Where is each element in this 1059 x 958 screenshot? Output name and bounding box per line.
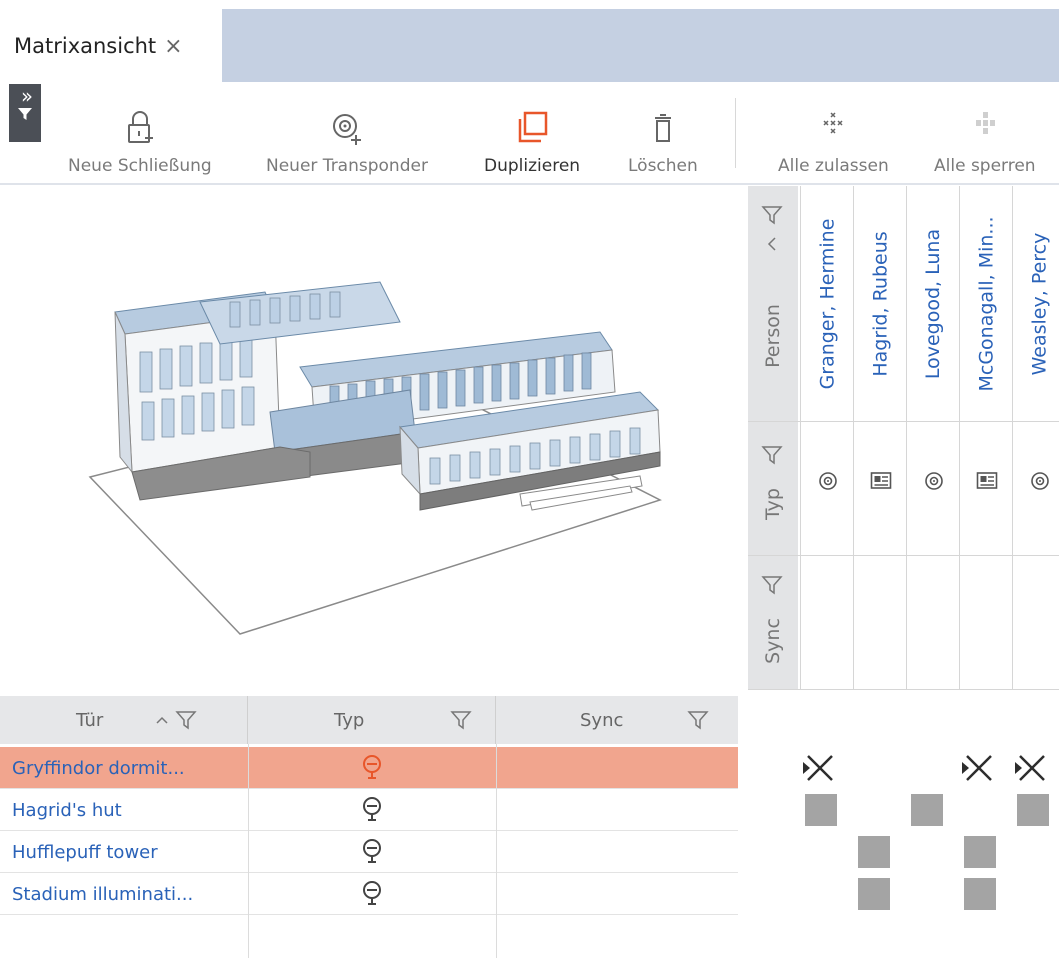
tab-bar: Matrixansicht × xyxy=(0,0,1059,82)
lock-plus-icon xyxy=(127,111,153,143)
permission-granted-cell[interactable] xyxy=(964,836,996,868)
table-row[interactable]: Stadium illuminati... xyxy=(0,873,738,915)
sync-header-label: Sync xyxy=(761,618,784,664)
person-name: Weasley, Percy xyxy=(1028,232,1051,376)
permission-granted-cell[interactable] xyxy=(858,836,890,868)
tab-label: Matrixansicht xyxy=(14,34,157,58)
duplicate-label: Duplizieren xyxy=(484,156,581,176)
person-name: Granger, Hermine xyxy=(816,218,839,390)
filter-icon xyxy=(18,108,32,120)
delete-label: Löschen xyxy=(628,156,698,176)
sidebar-toggle-button[interactable]: ›› xyxy=(9,84,41,142)
transponder-icon xyxy=(818,472,837,490)
cylinder-icon xyxy=(363,797,381,821)
cross-grid-icon xyxy=(823,112,843,134)
filter-icon[interactable] xyxy=(175,709,197,731)
person-name: McGonagall, Min... xyxy=(975,216,998,392)
block-all-button[interactable]: Alle sperren xyxy=(934,102,1036,176)
typ-header-label: Typ xyxy=(761,488,784,520)
permission-cross-icon[interactable] xyxy=(961,751,995,785)
column-header-sync[interactable]: Sync xyxy=(496,696,738,744)
column-divider xyxy=(496,744,497,958)
door-name[interactable]: Hagrid's hut xyxy=(12,789,122,831)
cylinder-icon xyxy=(363,881,381,905)
person-column[interactable]: McGonagall, Min... xyxy=(959,186,1012,689)
filter-icon[interactable] xyxy=(687,709,710,731)
new-transponder-button[interactable]: Neuer Transponder xyxy=(266,102,428,176)
duplicate-button[interactable]: Duplizieren xyxy=(484,102,580,176)
cylinder-icon xyxy=(363,755,381,779)
permission-granted-cell[interactable] xyxy=(1017,794,1049,826)
transponder-icon xyxy=(924,472,943,490)
table-row[interactable]: Gryffindor dormit... xyxy=(0,747,738,789)
toolbar-separator xyxy=(735,98,736,168)
cylinder-icon xyxy=(363,839,381,863)
table-row[interactable]: Hufflepuff tower xyxy=(0,831,738,873)
typ-filter-icon[interactable] xyxy=(761,444,783,466)
tab-matrixansicht[interactable]: Matrixansicht × xyxy=(14,16,183,76)
door-name[interactable]: Stadium illuminati... xyxy=(12,873,193,915)
filter-icon[interactable] xyxy=(450,709,472,731)
person-column[interactable]: Weasley, Percy xyxy=(1012,186,1059,689)
person-column[interactable]: Lovegood, Luna xyxy=(906,186,959,689)
permission-granted-cell[interactable] xyxy=(805,794,837,826)
matrix-header-label-column: Person Typ Sync xyxy=(748,186,798,689)
permission-cross-icon[interactable] xyxy=(802,751,836,785)
card-icon xyxy=(870,472,891,489)
trash-icon xyxy=(654,114,671,142)
sort-ascending-icon[interactable] xyxy=(155,715,169,725)
chevron-up-icon[interactable] xyxy=(761,236,783,252)
new-transponder-label: Neuer Transponder xyxy=(266,156,428,176)
sync-filter-icon[interactable] xyxy=(761,574,783,596)
door-name[interactable]: Gryffindor dormit... xyxy=(12,747,185,789)
permission-granted-cell[interactable] xyxy=(911,794,943,826)
door-name[interactable]: Hufflepuff tower xyxy=(12,831,158,873)
duplicate-icon xyxy=(518,111,548,143)
building-illustration xyxy=(88,281,662,635)
card-icon xyxy=(976,472,997,489)
new-lock-button[interactable]: Neue Schließung xyxy=(68,102,212,176)
permission-granted-cell[interactable] xyxy=(858,878,890,910)
door-table-header: Tür Typ Sync xyxy=(0,696,738,744)
column-header-tuer[interactable]: Tür xyxy=(0,696,248,744)
person-name: Lovegood, Luna xyxy=(922,228,945,380)
person-column[interactable]: Hagrid, Rubeus xyxy=(853,186,906,689)
delete-button[interactable]: Löschen xyxy=(628,102,698,176)
dots-grid-icon xyxy=(975,112,995,134)
person-filter-icon[interactable] xyxy=(761,204,783,226)
table-row[interactable]: Hagrid's hut xyxy=(0,789,738,831)
allow-all-label: Alle zulassen xyxy=(778,156,889,176)
transponder-icon xyxy=(1030,472,1049,490)
block-all-label: Alle sperren xyxy=(934,156,1036,176)
permission-granted-cell[interactable] xyxy=(964,878,996,910)
tab-strip-background xyxy=(222,9,1059,82)
transponder-plus-icon xyxy=(332,114,361,145)
person-column[interactable]: Granger, Hermine xyxy=(800,186,853,689)
header-row-divider xyxy=(748,689,1059,690)
column-header-typ[interactable]: Typ xyxy=(248,696,496,744)
permission-cross-icon[interactable] xyxy=(1014,751,1048,785)
allow-all-button[interactable]: Alle zulassen xyxy=(778,102,889,176)
new-lock-label: Neue Schließung xyxy=(68,156,212,176)
close-tab-button[interactable]: × xyxy=(164,34,182,59)
double-chevron-right-icon: ›› xyxy=(21,84,33,108)
person-name: Hagrid, Rubeus xyxy=(869,231,892,377)
person-header-label: Person xyxy=(762,304,785,368)
column-divider xyxy=(248,744,249,958)
